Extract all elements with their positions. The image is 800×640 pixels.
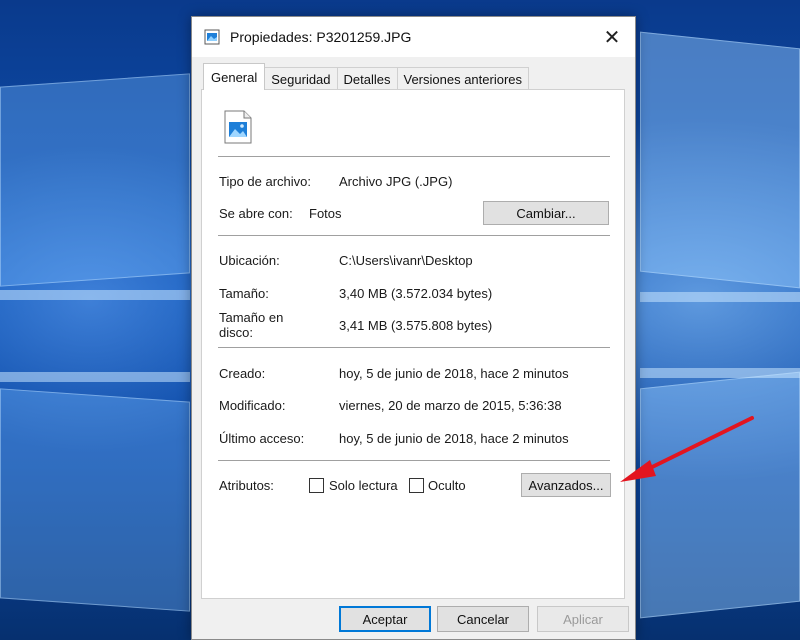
tab-security[interactable]: Seguridad: [264, 67, 338, 90]
size-on-disk-label: Tamaño en disco:: [219, 310, 284, 340]
wallpaper-stripe: [640, 292, 800, 302]
advanced-button[interactable]: Avanzados...: [521, 473, 611, 497]
properties-dialog: Propiedades: P3201259.JPG ✕ General Segu…: [191, 16, 636, 640]
created-value: hoy, 5 de junio de 2018, hace 2 minutos: [339, 366, 569, 381]
wallpaper-stripe: [0, 290, 190, 300]
general-panel: Tipo de archivo: Archivo JPG (.JPG) Se a…: [201, 89, 625, 599]
red-arrow-icon: [620, 416, 754, 482]
accessed-value: hoy, 5 de junio de 2018, hace 2 minutos: [339, 431, 569, 446]
image-file-icon: [224, 110, 252, 144]
accept-button[interactable]: Aceptar: [339, 606, 431, 632]
hidden-label[interactable]: Oculto: [428, 478, 466, 493]
close-button[interactable]: ✕: [589, 17, 635, 57]
wallpaper-pane: [0, 73, 190, 287]
file-type-value: Archivo JPG (.JPG): [339, 174, 453, 189]
size-label: Tamaño:: [219, 286, 269, 301]
tab-previous-versions[interactable]: Versiones anteriores: [396, 67, 530, 90]
image-file-icon: [204, 29, 220, 45]
wallpaper-pane: [0, 388, 190, 612]
separator: [218, 156, 610, 158]
location-label: Ubicación:: [219, 253, 280, 268]
separator: [218, 460, 610, 462]
modified-label: Modificado:: [219, 398, 286, 413]
readonly-label[interactable]: Solo lectura: [329, 478, 398, 493]
attributes-label: Atributos:: [219, 478, 274, 493]
window-title: Propiedades: P3201259.JPG: [230, 29, 412, 45]
accessed-label: Último acceso:: [219, 431, 305, 446]
size-value: 3,40 MB (3.572.034 bytes): [339, 286, 493, 301]
cancel-button[interactable]: Cancelar: [437, 606, 529, 632]
title-bar[interactable]: Propiedades: P3201259.JPG ✕: [192, 17, 635, 57]
created-label: Creado:: [219, 366, 266, 381]
modified-value: viernes, 20 de marzo de 2015, 5:36:38: [339, 398, 562, 413]
change-button[interactable]: Cambiar...: [483, 201, 609, 225]
opens-with-value: Fotos: [309, 206, 342, 221]
tab-general[interactable]: General: [203, 63, 266, 90]
opens-with-label: Se abre con:: [219, 206, 293, 221]
wallpaper-stripe: [0, 372, 190, 382]
location-value: C:\Users\ivanr\Desktop: [339, 253, 473, 268]
tab-strip: General Seguridad Detalles Versiones ant…: [203, 63, 530, 90]
hidden-checkbox[interactable]: [409, 478, 424, 493]
file-type-label: Tipo de archivo:: [219, 174, 312, 189]
apply-button[interactable]: Aplicar: [537, 606, 629, 632]
readonly-checkbox[interactable]: [309, 478, 324, 493]
tab-details[interactable]: Detalles: [336, 67, 398, 90]
separator: [218, 235, 610, 237]
wallpaper-pane: [640, 371, 800, 619]
wallpaper-stripe: [640, 368, 800, 378]
separator: [218, 347, 610, 349]
size-on-disk-value: 3,41 MB (3.575.808 bytes): [339, 318, 493, 333]
close-icon: ✕: [603, 26, 621, 49]
wallpaper-pane: [640, 31, 800, 289]
